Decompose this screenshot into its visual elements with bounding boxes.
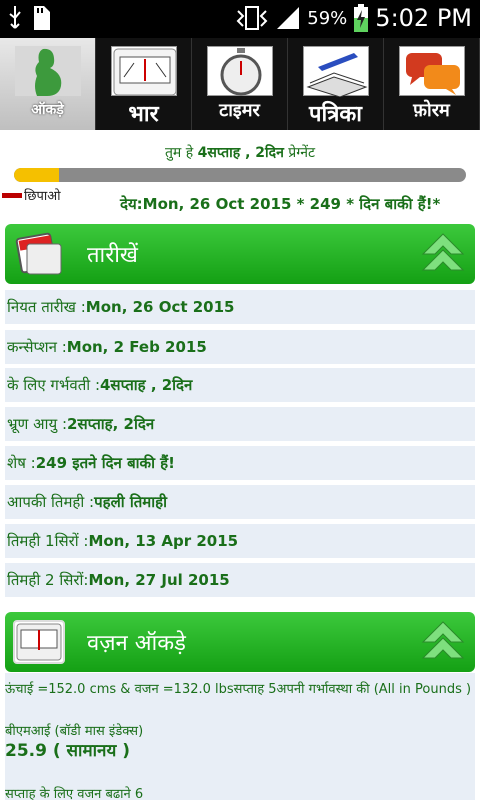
date-row-label: नियत तारीख : (7, 298, 86, 316)
date-row-label: के लिए गर्भवती : (7, 376, 100, 394)
date-row: नियत तारीख : Mon, 26 Oct 2015 (5, 290, 475, 324)
date-row: भ्रूण आयु :2सप्ताह, 2दिन (5, 407, 475, 441)
collapse-arrow-icon[interactable] (421, 620, 465, 664)
stopwatch-icon (206, 46, 273, 96)
tab-stats[interactable]: ऑकड़े (0, 38, 96, 130)
date-row-label: आपकी तिमही : (7, 493, 95, 511)
tab-weight[interactable]: भार (96, 38, 192, 130)
tab-timer[interactable]: टाइमर (192, 38, 288, 130)
pregnancy-status-prefix: तुम हे (164, 145, 198, 161)
pregnancy-status-value: 4सप्ताह , 2दिन (197, 145, 284, 161)
bmi-label: बीएमआई (बॉडी मास इंडेक्स) (5, 724, 144, 739)
tab-forum[interactable]: फ़ोरम (384, 38, 480, 130)
tab-stats-label: ऑकड़े (31, 102, 64, 118)
date-row: तिमही 2 सिरों: Mon, 27 Jul 2015 (5, 563, 475, 597)
tab-journal-label: पत्रिका (309, 102, 362, 127)
hide-toggle[interactable]: छिपाओ (2, 186, 61, 204)
status-bar-left (8, 6, 50, 30)
tab-journal[interactable]: पत्रिका (288, 38, 384, 130)
pregnancy-progress-bar (14, 168, 466, 182)
battery-charging-icon (354, 4, 369, 32)
pregnancy-icon (14, 46, 81, 96)
date-row-value: पहली तिमाही (94, 493, 168, 511)
date-row-label: भ्रूण आयु : (7, 415, 68, 433)
date-row-value: 249 इतने दिन बाकी हैं! (35, 454, 175, 472)
status-time: 5:02 PM (375, 4, 472, 32)
calendar-icon (13, 232, 65, 276)
date-row: शेष :249 इतने दिन बाकी हैं! (5, 446, 475, 480)
status-bar: 59% 5:02 PM (0, 0, 480, 38)
date-row: आपकी तिमही : पहली तिमाही (5, 485, 475, 519)
dates-section-header[interactable]: तारीखें (5, 224, 475, 284)
usb-icon (9, 6, 21, 29)
signal-icon (277, 7, 300, 29)
tab-weight-label: भार (128, 102, 159, 127)
date-row: तिमही 1सिरों : Mon, 13 Apr 2015 (5, 524, 475, 558)
weight-stats-panel: ऊंचाई =152.0 cms & वजन =132.0 lbsसप्ताह … (5, 673, 475, 802)
date-row-label: तिमही 1सिरों : (7, 532, 89, 550)
status-bar-right: 59% 5:02 PM (235, 4, 472, 32)
tab-bar: ऑकड़े भार टाइमर पत्रिका फ़ोरम (0, 38, 480, 130)
date-row-value: 2सप्ताह, 2दिन (67, 415, 155, 433)
dates-section-title: तारीखें (87, 243, 138, 268)
date-row-value: Mon, 2 Feb 2015 (66, 338, 207, 356)
sd-card-icon (34, 6, 50, 30)
weight-section-title: वज़न ऑकड़े (87, 631, 186, 656)
collapse-arrow-icon[interactable] (421, 232, 465, 276)
journal-icon (302, 46, 369, 98)
tab-timer-label: टाइमर (219, 100, 260, 121)
vibrate-icon (236, 6, 268, 30)
date-row-value: Mon, 26 Oct 2015 (85, 298, 235, 316)
date-row-label: शेष : (7, 454, 36, 472)
pregnancy-status: तुम हे 4सप्ताह , 2दिन प्रेग्नेंट (0, 143, 480, 162)
hide-label: छिपाओ (24, 189, 61, 204)
date-row-value: Mon, 27 Jul 2015 (88, 571, 230, 589)
scale-icon (13, 620, 65, 664)
date-row-value: Mon, 13 Apr 2015 (88, 532, 239, 550)
date-row: के लिए गर्भवती :4सप्ताह , 2दिन (5, 368, 475, 402)
chat-bubbles-icon (398, 46, 465, 96)
due-date-line: देय:Mon, 26 Oct 2015 * 249 * दिन बाकी है… (120, 195, 441, 213)
date-row-label: तिमही 2 सिरों: (7, 571, 89, 589)
minus-icon (2, 192, 22, 198)
weight-section-header[interactable]: वज़न ऑकड़े (5, 612, 475, 672)
tab-forum-label: फ़ोरम (413, 100, 450, 121)
pregnancy-status-suffix: प्रेग्नेंट (283, 145, 316, 161)
pregnancy-progress-fill (14, 168, 60, 182)
date-row: कन्सेप्शन : Mon, 2 Feb 2015 (5, 330, 475, 364)
scale-icon (110, 46, 177, 96)
weekly-weight-gain: सप्ताह के लिए वजन बढाने 6 (5, 787, 144, 802)
date-row-label: कन्सेप्शन : (7, 338, 67, 356)
bmi-value: 25.9 ( सामानय ) (5, 741, 130, 761)
height-weight-summary: ऊंचाई =152.0 cms & वजन =132.0 lbsसप्ताह … (5, 682, 472, 697)
date-row-value: 4सप्ताह , 2दिन (100, 376, 193, 394)
battery-percent: 59% (307, 7, 348, 29)
